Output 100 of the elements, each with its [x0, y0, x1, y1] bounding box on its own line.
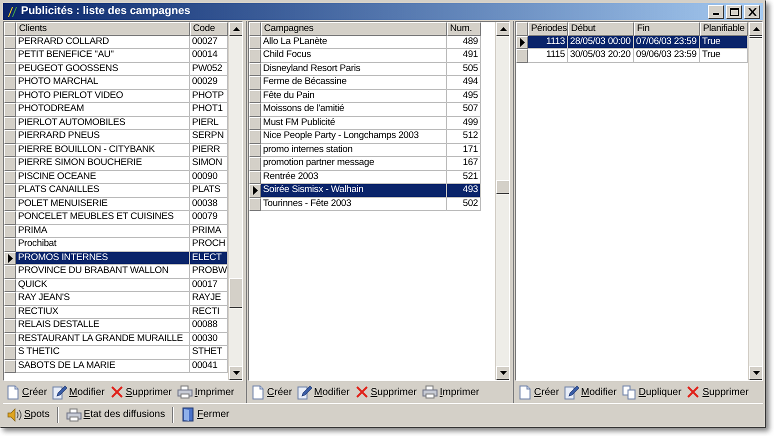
toolbar-button[interactable]: Imprimer [176, 383, 236, 401]
delete-icon [686, 385, 700, 399]
speaker-icon [7, 408, 22, 422]
table-row[interactable]: S THETIC STHET [4, 346, 228, 360]
delete-icon [110, 385, 124, 399]
table-row[interactable]: PIERLOT AUTOMOBILES PIERL [4, 116, 228, 130]
table-cell: PEUGEOT GOOSSENS [16, 62, 190, 76]
table-row[interactable]: PIERRE SIMON BOUCHERIE SIMON [4, 157, 228, 170]
table-cell: 00029 [190, 76, 228, 90]
toolbar-button[interactable]: Dupliquer [620, 383, 682, 401]
printer-icon [176, 385, 193, 399]
table-cell: promo internes station [261, 144, 447, 157]
table-cell: PIERRARD PNEUS [16, 130, 190, 144]
column-header[interactable]: Num. [447, 22, 481, 36]
toolbar-button[interactable]: Modifier [51, 383, 106, 401]
table-cell: PIERLOT AUTOMOBILES [16, 116, 190, 130]
toolbar-button[interactable]: Imprimer [420, 383, 480, 401]
table-row[interactable]: RECTIUX RECTI [4, 306, 228, 319]
table-row[interactable]: PIERRE BOUILLON - CITYBANK PIERR [4, 144, 228, 157]
table-cell: Moissons de l'amitié [261, 103, 447, 116]
toolbar-button[interactable]: Fermer [180, 406, 230, 424]
table-row[interactable]: 1113 28/05/03 00:00 07/06/03 23:59 True [516, 36, 748, 49]
table-row[interactable]: RELAIS DESTALLE 00088 [4, 319, 228, 332]
table-cell: PISCINE OCEANE [16, 170, 190, 184]
table-row[interactable]: Allo La PLanète 489 [249, 36, 495, 49]
maximize-button[interactable] [726, 4, 742, 18]
table-row[interactable]: PHOTODREAM PHOT1 [4, 103, 228, 116]
close-button[interactable] [744, 4, 760, 18]
table-cell: 494 [447, 76, 481, 90]
row-pointer-icon [252, 186, 258, 196]
table-row[interactable]: QUICK 00017 [4, 278, 228, 292]
toolbar-button[interactable]: Modifier [563, 383, 618, 401]
table-row[interactable]: Prochibat PROCH [4, 238, 228, 252]
toolbar-button[interactable]: Supprimer [685, 383, 750, 401]
minimize-button[interactable] [708, 4, 724, 18]
table-row[interactable]: PHOTO MARCHAL 00029 [4, 76, 228, 90]
table-row[interactable]: PETIT BENEFICE "AU" 00014 [4, 49, 228, 62]
table-cell: 1113 [528, 36, 568, 49]
app-icon [6, 6, 18, 18]
maximize-icon [730, 8, 738, 16]
table-cell: RESTAURANT LA GRANDE MURAILLE [16, 332, 190, 346]
table-row[interactable]: Rentrée 2003 521 [249, 170, 495, 184]
table-cell: Soirée Sismisx - Walhain [261, 184, 447, 198]
table-row[interactable]: PEUGEOT GOOSSENS PW052 [4, 62, 228, 76]
toolbar-button[interactable]: Supprimer [354, 383, 418, 401]
scrollbar[interactable] [228, 22, 242, 380]
column-header[interactable]: Fin [634, 22, 700, 36]
table-cell: STHET [190, 346, 228, 360]
table-row[interactable]: 1115 30/05/03 20:20 09/06/03 23:59 True [516, 49, 748, 62]
table-row[interactable]: PERRARD COLLARD 00027 [4, 36, 228, 49]
table-row[interactable]: promotion partner message 167 [249, 157, 495, 170]
column-header[interactable]: Planifiable [700, 22, 748, 36]
table-row[interactable]: PROMOS INTERNES ELECT [4, 252, 228, 265]
table-cell: Prochibat [16, 238, 190, 252]
table-row[interactable]: PLATS CANAILLES PLATS [4, 184, 228, 198]
toolbar-button[interactable]: Créer [250, 383, 294, 401]
table-row[interactable]: POLET MENUISERIE 00038 [4, 198, 228, 211]
toolbar-button[interactable]: Etat des diffusions [64, 406, 166, 424]
table-cell: Allo La PLanète [261, 36, 447, 49]
table-row[interactable]: Soirée Sismisx - Walhain 493 [249, 184, 495, 198]
column-header[interactable]: Périodes [528, 22, 568, 36]
table-row[interactable]: PRIMA PRIMA [4, 224, 228, 238]
toolbar-button[interactable]: Créer [5, 383, 48, 401]
table-cell: PIERL [190, 116, 228, 130]
toolbar-button[interactable]: Spots [6, 406, 51, 424]
column-header[interactable]: Clients [16, 22, 190, 36]
table-row[interactable]: Ferme de Bécassine 494 [249, 76, 495, 90]
toolbar-button[interactable]: Supprimer [108, 383, 173, 401]
column-header[interactable]: Code [190, 22, 228, 36]
table-row[interactable]: RESTAURANT LA GRANDE MURAILLE 00030 [4, 332, 228, 346]
toolbar-button[interactable]: Créer [517, 383, 560, 401]
table-row[interactable]: Moissons de l'amitié 507 [249, 103, 495, 116]
table-row[interactable]: Disneyland Resort Paris 505 [249, 62, 495, 76]
table-row[interactable]: RAY JEAN'S RAYJE [4, 292, 228, 306]
edit-icon [564, 384, 580, 400]
table-row[interactable]: PIERRARD PNEUS SERPN [4, 130, 228, 144]
table-row[interactable]: Fête du Pain 495 [249, 90, 495, 103]
table-row[interactable]: PROVINCE DU BRABANT WALLON PROBW [4, 265, 228, 278]
table-cell: True [700, 36, 748, 49]
printer-icon [422, 385, 438, 399]
table-row[interactable]: PHOTO PIERLOT VIDEO PHOTP [4, 90, 228, 103]
toolbar-button[interactable]: Modifier [296, 383, 351, 401]
table-cell: PIERR [190, 144, 228, 157]
table-row[interactable]: Tourinnes - Fête 2003 502 [249, 198, 495, 211]
scrollbar[interactable] [495, 22, 509, 380]
scrollbar[interactable] [748, 22, 762, 380]
printer-icon [66, 408, 82, 422]
table-cell: 09/06/03 23:59 [634, 49, 700, 62]
column-header[interactable]: Campagnes [261, 22, 447, 36]
table-row[interactable]: promo internes station 171 [249, 144, 495, 157]
table-row[interactable]: PISCINE OCEANE 00090 [4, 170, 228, 184]
column-header[interactable]: Début [568, 22, 634, 36]
table-row[interactable]: Nice People Party - Longchamps 2003 512 [249, 130, 495, 144]
table-row[interactable]: Child Focus 491 [249, 49, 495, 62]
table-row[interactable]: Must FM Publicité 499 [249, 116, 495, 130]
table-row[interactable]: PONCELET MEUBLES ET CUISINES 00079 [4, 211, 228, 224]
table-cell: Nice People Party - Longchamps 2003 [261, 130, 447, 144]
table-cell: 507 [447, 103, 481, 116]
row-pointer-icon [520, 38, 524, 47]
table-row[interactable]: SABOTS DE LA MARIE 00041 [4, 360, 228, 373]
